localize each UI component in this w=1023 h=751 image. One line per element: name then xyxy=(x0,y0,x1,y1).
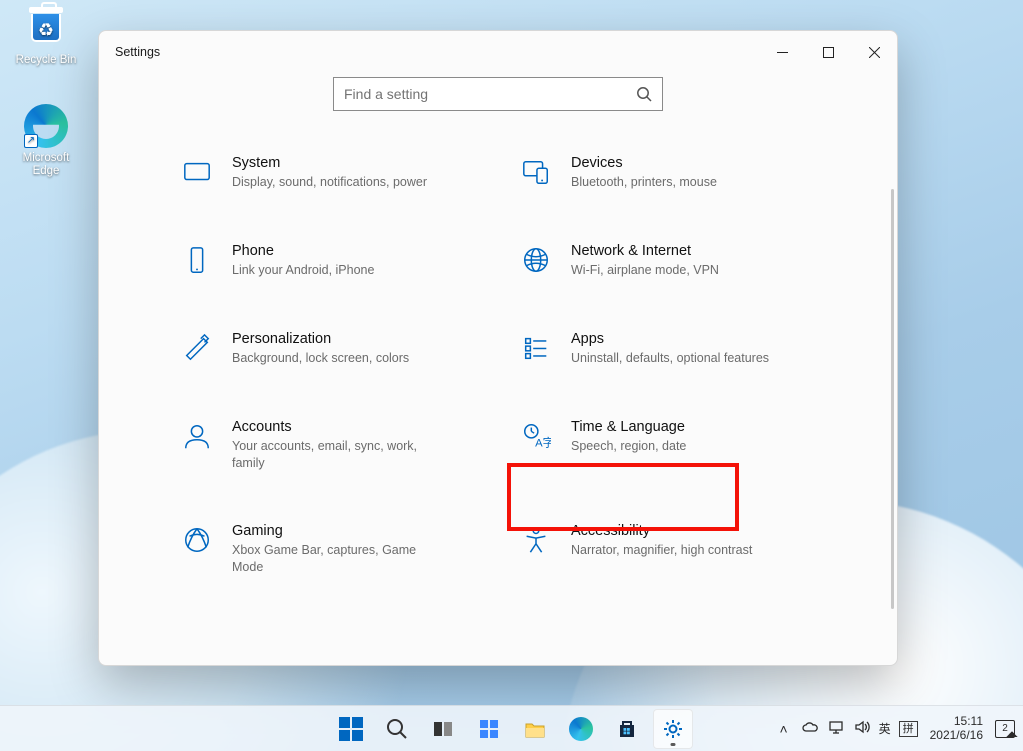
personalization-icon xyxy=(180,331,214,365)
accessibility-icon xyxy=(519,523,553,557)
search-box[interactable] xyxy=(333,77,663,111)
folder-icon xyxy=(523,717,547,741)
taskbar-edge[interactable] xyxy=(561,709,601,749)
network-icon xyxy=(519,243,553,277)
system-icon xyxy=(180,155,214,189)
close-button[interactable] xyxy=(851,31,897,73)
gear-icon xyxy=(661,717,685,741)
category-title: Personalization xyxy=(232,331,409,347)
maximize-button[interactable] xyxy=(805,31,851,73)
category-title: Accessibility xyxy=(571,523,752,539)
settings-content: System Display, sound, notifications, po… xyxy=(99,129,897,665)
search-icon xyxy=(636,86,652,102)
category-personalization[interactable]: Personalization Background, lock screen,… xyxy=(168,321,489,377)
tray-clock[interactable]: 15:11 2021/6/16 xyxy=(926,715,987,743)
category-title: Gaming xyxy=(232,523,432,539)
tray-ime-lang[interactable]: 英 xyxy=(879,720,891,737)
category-title: System xyxy=(232,155,427,171)
time-language-icon: A字 xyxy=(519,419,553,453)
category-time-language[interactable]: A字 Time & Language Speech, region, date xyxy=(507,409,828,482)
desktop-icon-label: Recycle Bin xyxy=(10,54,82,67)
tray-ime-mode[interactable]: 拼 xyxy=(899,721,918,737)
taskbar: ˄ 英 拼 15:11 2021/6/16 2 xyxy=(0,705,1023,751)
search-wrap xyxy=(99,73,897,129)
edge-icon xyxy=(569,717,593,741)
taskbar-store[interactable] xyxy=(607,709,647,749)
close-icon xyxy=(869,47,880,58)
system-tray: ˄ 英 拼 15:11 2021/6/16 2 xyxy=(775,706,1015,751)
widgets-icon xyxy=(477,717,501,741)
windows-logo-icon xyxy=(339,717,363,741)
category-desc: Narrator, magnifier, high contrast xyxy=(571,542,752,559)
tray-time: 15:11 xyxy=(930,715,983,729)
category-title: Phone xyxy=(232,243,374,259)
desktop: ♻ Recycle Bin ↗ Microsoft Edge Settings xyxy=(0,0,1023,751)
shortcut-arrow-icon: ↗ xyxy=(24,134,38,148)
category-desc: Uninstall, defaults, optional features xyxy=(571,350,769,367)
category-system[interactable]: System Display, sound, notifications, po… xyxy=(168,145,489,201)
start-button[interactable] xyxy=(331,709,371,749)
desktop-icon-recycle-bin[interactable]: ♻ Recycle Bin xyxy=(10,6,82,67)
category-desc: Your accounts, email, sync, work, family xyxy=(232,438,432,472)
devices-icon xyxy=(519,155,553,189)
category-title: Devices xyxy=(571,155,717,171)
tray-notif-count: 2 xyxy=(1002,723,1008,734)
tray-date: 2021/6/16 xyxy=(930,729,983,743)
gaming-icon xyxy=(180,523,214,557)
category-title: Network & Internet xyxy=(571,243,719,259)
category-desc: Speech, region, date xyxy=(571,438,686,455)
task-view-icon xyxy=(431,717,455,741)
category-devices[interactable]: Devices Bluetooth, printers, mouse xyxy=(507,145,828,201)
category-title: Accounts xyxy=(232,419,432,435)
category-desc: Display, sound, notifications, power xyxy=(232,174,427,191)
tray-network-icon[interactable] xyxy=(827,720,845,737)
taskbar-settings[interactable] xyxy=(653,709,693,749)
minimize-button[interactable] xyxy=(759,31,805,73)
category-network[interactable]: Network & Internet Wi-Fi, airplane mode,… xyxy=(507,233,828,289)
category-desc: Bluetooth, printers, mouse xyxy=(571,174,717,191)
svg-text:A字: A字 xyxy=(535,435,551,449)
category-desc: Wi-Fi, airplane mode, VPN xyxy=(571,262,719,279)
category-title: Time & Language xyxy=(571,419,686,435)
category-phone[interactable]: Phone Link your Android, iPhone xyxy=(168,233,489,289)
maximize-icon xyxy=(823,47,834,58)
minimize-icon xyxy=(777,47,788,58)
apps-icon xyxy=(519,331,553,365)
window-title: Settings xyxy=(115,45,160,59)
edge-icon: ↗ xyxy=(24,104,68,148)
category-apps[interactable]: Apps Uninstall, defaults, optional featu… xyxy=(507,321,828,377)
category-title: Apps xyxy=(571,331,769,347)
titlebar[interactable]: Settings xyxy=(99,31,897,73)
taskbar-explorer[interactable] xyxy=(515,709,555,749)
recycle-bin-icon: ♻ xyxy=(24,6,68,50)
category-accounts[interactable]: Accounts Your accounts, email, sync, wor… xyxy=(168,409,489,482)
desktop-icon-edge[interactable]: ↗ Microsoft Edge xyxy=(10,104,82,178)
store-icon xyxy=(615,717,639,741)
search-input[interactable] xyxy=(344,86,636,102)
phone-icon xyxy=(180,243,214,277)
accounts-icon xyxy=(180,419,214,453)
desktop-icon-label: Microsoft Edge xyxy=(10,152,82,178)
tray-chevron-up-icon[interactable]: ˄ xyxy=(775,721,793,737)
tray-onedrive-icon[interactable] xyxy=(801,721,819,737)
tray-volume-icon[interactable] xyxy=(853,720,871,737)
category-desc: Link your Android, iPhone xyxy=(232,262,374,279)
task-view[interactable] xyxy=(423,709,463,749)
category-desc: Background, lock screen, colors xyxy=(232,350,409,367)
category-gaming[interactable]: Gaming Xbox Game Bar, captures, Game Mod… xyxy=(168,513,489,586)
taskbar-widgets[interactable] xyxy=(469,709,509,749)
category-desc: Xbox Game Bar, captures, Game Mode xyxy=(232,542,432,576)
taskbar-search[interactable] xyxy=(377,709,417,749)
category-accessibility[interactable]: Accessibility Narrator, magnifier, high … xyxy=(507,513,828,586)
settings-window: Settings xyxy=(98,30,898,666)
tray-notifications[interactable]: 2 xyxy=(995,720,1015,738)
search-icon xyxy=(385,717,409,741)
